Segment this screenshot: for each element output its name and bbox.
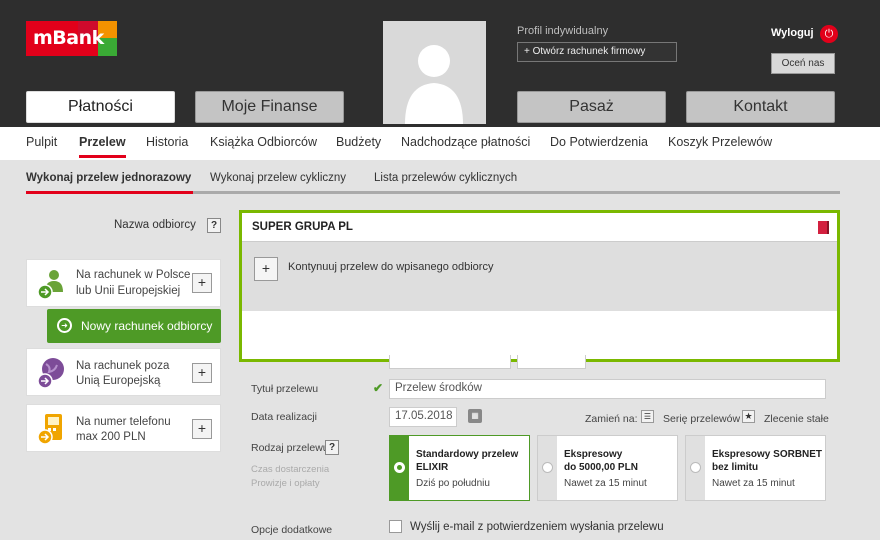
- title-label: Tytuł przelewu: [251, 383, 319, 395]
- subnav-active-indicator: [79, 155, 126, 158]
- star-icon[interactable]: ★: [742, 410, 755, 423]
- profile-label: Profil indywidualny: [517, 25, 609, 37]
- amount-input[interactable]: [389, 355, 511, 369]
- series-link[interactable]: Serię przelewów: [663, 413, 740, 425]
- delivery-time-label: Czas dostarczenia: [251, 464, 330, 475]
- option-express-sorbnet[interactable]: Ekspresowy SORBNET bez limitu Nawet za 15…: [685, 435, 826, 501]
- calendar-icon[interactable]: ▦: [468, 409, 482, 423]
- tab-single-transfer[interactable]: Wykonaj przelew jednorazowy: [26, 172, 191, 184]
- card-transfer-phone[interactable]: Na numer telefonu max 200 PLN +: [26, 404, 221, 452]
- title-input[interactable]: Przelew środków: [389, 379, 826, 399]
- option-subtitle: Dziś po południu: [416, 478, 490, 489]
- subnav-item-przelew[interactable]: Przelew: [79, 135, 126, 149]
- card-transfer-pl-eu[interactable]: Na rachunek w Polsce lub Unii Europejski…: [26, 259, 221, 307]
- recipient-name-input[interactable]: [242, 213, 837, 241]
- recipient-name-label: Nazwa odbiorcy: [114, 219, 196, 231]
- radio-button[interactable]: [690, 462, 701, 473]
- nav-pasaz[interactable]: Pasaż: [517, 91, 666, 123]
- subnav-item-historia[interactable]: Historia: [146, 135, 188, 149]
- date-input[interactable]: 17.05.2018: [389, 407, 457, 427]
- address-book-icon[interactable]: [818, 221, 829, 234]
- option-title: Ekspresowy do 5000,00 PLN: [564, 449, 638, 473]
- plus-icon[interactable]: +: [192, 363, 212, 383]
- option-title: Standardowy przelew ELIXIR: [416, 449, 519, 473]
- phone-transfer-icon: [37, 413, 65, 445]
- radio-button[interactable]: [542, 462, 553, 473]
- fees-label: Prowizje i opłaty: [251, 478, 320, 489]
- email-confirmation-label: Wyślij e-mail z potwierdzeniem wysłania …: [410, 521, 664, 533]
- tab-recurring-transfer[interactable]: Wykonaj przelew cykliczny: [210, 172, 346, 184]
- nav-contact[interactable]: Kontakt: [686, 91, 835, 123]
- radio-button[interactable]: [394, 462, 405, 473]
- date-label: Data realizacji: [251, 411, 317, 423]
- subnav-item-to-confirm[interactable]: Do Potwierdzenia: [550, 135, 648, 149]
- nav-my-finances[interactable]: Moje Finanse: [195, 91, 344, 123]
- plus-icon[interactable]: +: [254, 257, 278, 281]
- card-label-line2: max 200 PLN: [76, 431, 146, 443]
- subnav-item-pulpit[interactable]: Pulpit: [26, 135, 57, 149]
- new-recipient-account-button[interactable]: ➜ Nowy rachunek odbiorcy: [47, 309, 221, 343]
- globe-transfer-icon: [37, 357, 65, 389]
- email-confirmation-checkbox[interactable]: [389, 520, 402, 533]
- card-transfer-non-eu[interactable]: Na rachunek poza Unią Europejską +: [26, 348, 221, 396]
- currency-select[interactable]: [517, 355, 586, 369]
- plus-icon[interactable]: +: [192, 419, 212, 439]
- option-subtitle: Nawet za 15 minut: [712, 478, 795, 489]
- plus-icon[interactable]: +: [192, 273, 212, 293]
- help-icon[interactable]: ?: [325, 440, 339, 455]
- card-label-line1: Na rachunek w Polsce: [76, 269, 191, 281]
- card-label-line1: Na numer telefonu: [76, 416, 171, 428]
- subnav-item-budgets[interactable]: Budżety: [336, 135, 381, 149]
- subnav-item-recipients[interactable]: Książka Odbiorców: [210, 135, 317, 149]
- mbank-logo[interactable]: mBank: [26, 21, 117, 56]
- check-icon: ✔: [373, 381, 384, 395]
- open-business-account-button[interactable]: + Otwórz rachunek firmowy: [517, 42, 677, 62]
- rate-us-button[interactable]: Oceń nas: [771, 53, 835, 74]
- subnav-item-basket[interactable]: Koszyk Przelewów: [668, 135, 772, 149]
- transfer-type-label: Rodzaj przelewu: [251, 442, 329, 454]
- recipient-autocomplete-panel: + Kontynuuj przelew do wpisanego odbiorc…: [239, 210, 840, 362]
- change-to-label: Zamień na:: [585, 413, 638, 425]
- option-subtitle: Nawet za 15 minut: [564, 478, 647, 489]
- tab-active-indicator: [26, 191, 193, 194]
- subnav-item-upcoming[interactable]: Nadchodzące płatności: [401, 135, 530, 149]
- avatar: [383, 21, 486, 124]
- list-icon[interactable]: ☰: [641, 410, 654, 423]
- person-transfer-icon: [37, 268, 65, 300]
- help-icon[interactable]: ?: [207, 218, 221, 233]
- standing-order-link[interactable]: Zlecenie stałe: [764, 413, 829, 425]
- option-standard-elixir[interactable]: Standardowy przelew ELIXIR Dziś po połudn…: [389, 435, 530, 501]
- additional-options-label: Opcje dodatkowe: [251, 524, 333, 536]
- option-express[interactable]: Ekspresowy do 5000,00 PLN Nawet za 15 min…: [537, 435, 678, 501]
- power-icon[interactable]: ⏻: [820, 25, 838, 43]
- suggestion-row[interactable]: + Kontynuuj przelew do wpisanego odbiorc…: [242, 241, 837, 311]
- option-title: Ekspresowy SORBNET bez limitu: [712, 449, 823, 473]
- card-label-line2: lub Unii Europejskiej: [76, 285, 181, 297]
- nav-payments[interactable]: Płatności: [26, 91, 175, 123]
- card-label-line1: Na rachunek poza: [76, 360, 170, 372]
- tab-recurring-list[interactable]: Lista przelewów cyklicznych: [374, 172, 517, 184]
- logout-link[interactable]: Wyloguj: [771, 27, 814, 39]
- card-label-line2: Unią Europejską: [76, 375, 161, 387]
- arrow-right-circle-icon: ➜: [57, 318, 72, 333]
- suggestion-label: Kontynuuj przelew do wpisanego odbiorcy: [288, 261, 494, 273]
